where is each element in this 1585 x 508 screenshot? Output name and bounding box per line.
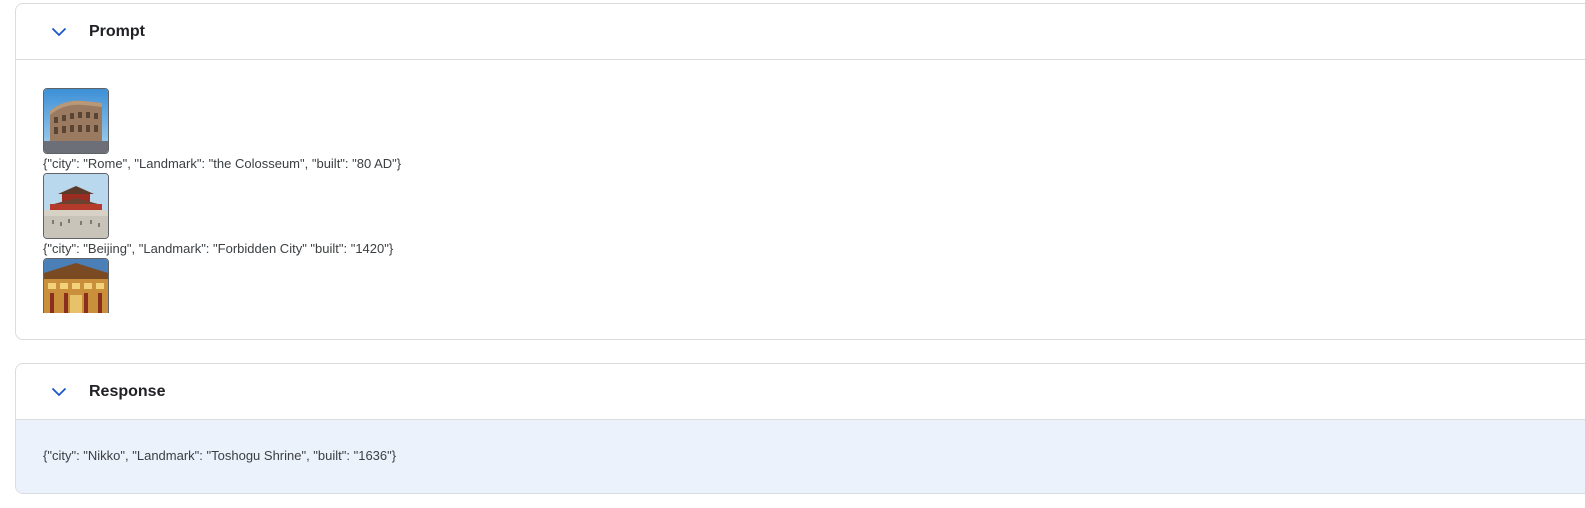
prompt-item-text: {"city": "Beijing", "Landmark": "Forbidd… [43, 241, 394, 256]
prompt-item [43, 258, 1543, 313]
prompt-item-text: {"city": "Rome", "Landmark": "the Coloss… [43, 156, 402, 171]
chevron-down-icon[interactable] [49, 382, 69, 402]
response-panel-header[interactable]: Response [16, 364, 1585, 420]
response-body: {"city": "Nikko", "Landmark": "Toshogu S… [16, 420, 1585, 493]
chevron-down-icon[interactable] [49, 22, 69, 42]
prompt-item: {"city": "Beijing", "Landmark": "Forbidd… [43, 173, 1543, 258]
response-text: {"city": "Nikko", "Landmark": "Toshogu S… [43, 448, 397, 463]
toshogu-shrine-image[interactable] [43, 258, 109, 313]
prompt-body: {"city": "Rome", "Landmark": "the Coloss… [16, 61, 1585, 339]
prompt-content-scroll[interactable]: {"city": "Rome", "Landmark": "the Coloss… [43, 88, 1543, 313]
prompt-panel: Prompt {"city": "Rome", "Landmark": "the… [15, 3, 1585, 340]
prompt-item: {"city": "Rome", "Landmark": "the Coloss… [43, 88, 1543, 173]
prompt-panel-header[interactable]: Prompt [16, 4, 1585, 60]
response-panel: Response {"city": "Nikko", "Landmark": "… [15, 363, 1585, 494]
prompt-title: Prompt [89, 22, 145, 40]
response-title: Response [89, 382, 166, 400]
forbidden-city-image[interactable] [43, 173, 109, 239]
colosseum-image[interactable] [43, 88, 109, 154]
